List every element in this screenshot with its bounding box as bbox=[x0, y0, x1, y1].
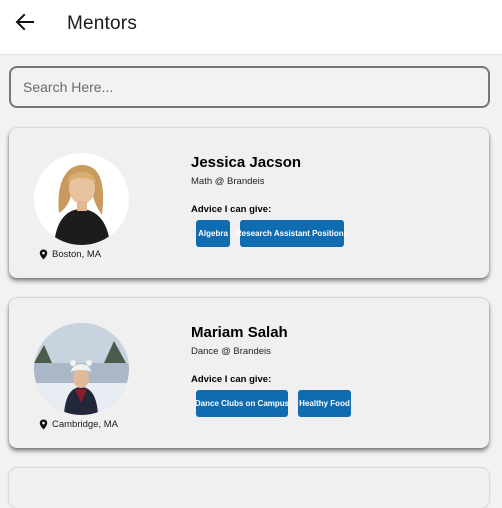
tag-research-assistant-positions[interactable]: Research Assistant Positions bbox=[236, 220, 348, 247]
mentor-name: Mariam Salah bbox=[191, 324, 288, 341]
mentor-role: Dance @ Brandeis bbox=[191, 346, 271, 357]
mentor-card[interactable] bbox=[9, 468, 489, 508]
location: Boston, MA bbox=[39, 249, 101, 260]
mentor-card[interactable]: Boston, MA Jessica Jacson Math @ Brandei… bbox=[9, 128, 489, 278]
avatar bbox=[34, 323, 129, 415]
mentor-role: Math @ Brandeis bbox=[191, 176, 265, 187]
mentor-card[interactable]: Cambridge, MA Mariam Salah Dance @ Brand… bbox=[9, 298, 489, 448]
advice-label: Advice I can give: bbox=[191, 204, 272, 215]
tag-healthy-food[interactable]: Healthy Food bbox=[298, 390, 351, 417]
app-bar: Mentors bbox=[0, 0, 502, 55]
location-text: Boston, MA bbox=[52, 249, 102, 260]
advice-tags: Dance Clubs on Campus Healthy Food bbox=[195, 390, 351, 417]
mentor-name: Jessica Jacson bbox=[191, 154, 302, 171]
tag-dance-clubs-on-campus[interactable]: Dance Clubs on Campus bbox=[195, 390, 289, 417]
tag-algebra[interactable]: Algebra bbox=[196, 220, 230, 247]
page-title: Mentors bbox=[67, 13, 138, 34]
back-button[interactable] bbox=[10, 9, 40, 39]
advice-label: Advice I can give: bbox=[191, 374, 272, 385]
location-pin-icon bbox=[39, 249, 48, 260]
avatar bbox=[34, 153, 129, 245]
search-input[interactable] bbox=[21, 78, 478, 96]
location-text: Cambridge, MA bbox=[52, 419, 118, 430]
location-pin-icon bbox=[39, 419, 48, 430]
location: Cambridge, MA bbox=[39, 419, 118, 430]
advice-tags: Algebra Research Assistant Positions bbox=[196, 220, 348, 247]
arrow-left-icon bbox=[15, 12, 35, 37]
search-box bbox=[9, 66, 490, 108]
